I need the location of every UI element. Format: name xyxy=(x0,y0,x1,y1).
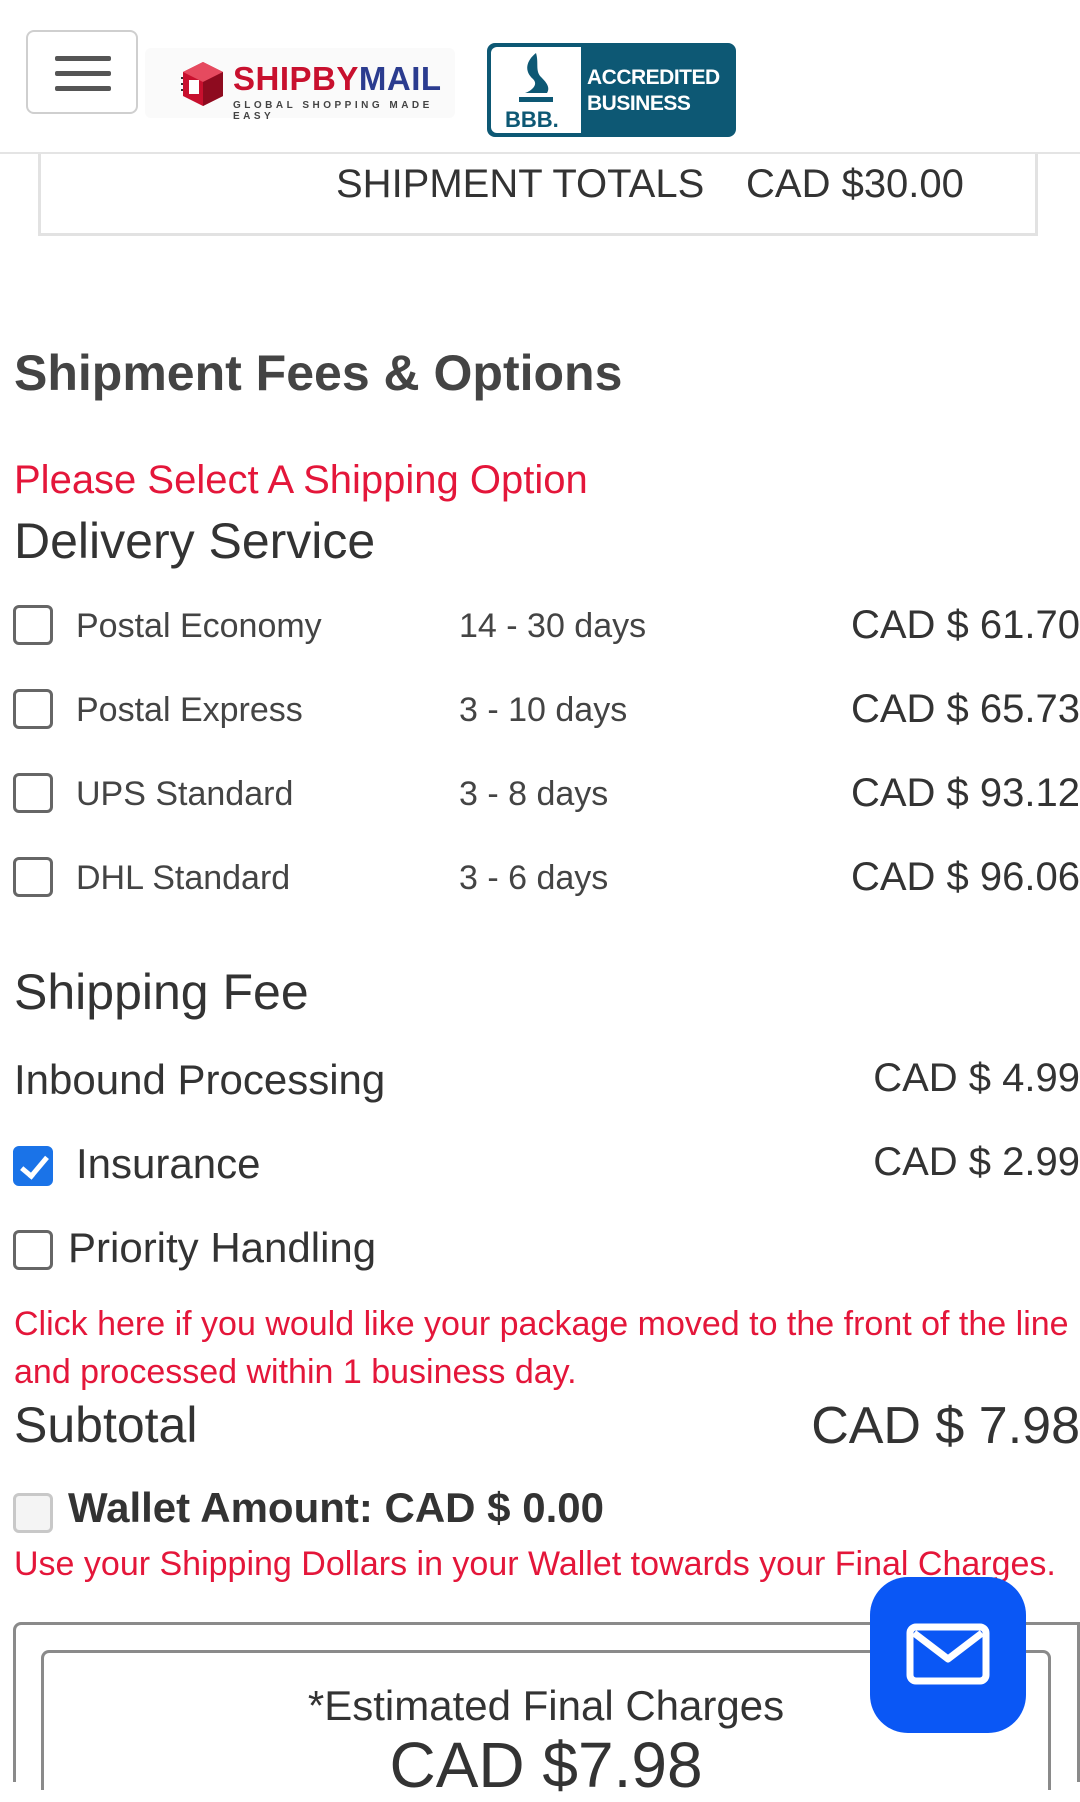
brand-name: SHIPBYMAIL xyxy=(233,60,442,98)
inbound-processing-price: CAD $ 4.99 xyxy=(873,1056,1080,1100)
subtotal-label: Subtotal xyxy=(14,1397,198,1453)
delivery-option-name: UPS Standard xyxy=(76,775,294,813)
subtotal-value: CAD $ 7.98 xyxy=(811,1397,1080,1455)
delivery-option-postal-express[interactable]: Postal Express 3 - 10 days CAD $ 65.73 xyxy=(0,681,1080,741)
hamburger-icon-line xyxy=(55,86,111,91)
bbb-badge-text: ACCREDITED BUSINESS xyxy=(587,65,720,117)
estimated-final-charges-value: CAD $7.98 xyxy=(389,1729,703,1801)
shipment-totals-value: CAD $30.00 xyxy=(746,162,964,206)
shipping-fee-heading: Shipping Fee xyxy=(14,964,309,1020)
insurance-checkbox[interactable] xyxy=(13,1146,53,1186)
shipbymail-logo[interactable]: SHIPBYMAIL GLOBAL SHOPPING MADE EASY xyxy=(145,48,455,122)
delivery-option-days: 3 - 6 days xyxy=(459,859,609,897)
delivery-option-name: Postal Express xyxy=(76,691,303,729)
delivery-checkbox[interactable] xyxy=(13,689,53,729)
brand-name-part1: SHIPBY xyxy=(233,60,359,97)
brand-name-part2: MAIL xyxy=(358,60,442,97)
delivery-option-ups-standard[interactable]: UPS Standard 3 - 8 days CAD $ 93.12 xyxy=(0,765,1080,825)
menu-button[interactable] xyxy=(26,30,138,114)
shipment-totals-label: SHIPMENT TOTALS xyxy=(336,162,705,206)
hamburger-icon xyxy=(55,56,111,61)
fees-heading: Shipment Fees & Options xyxy=(14,345,623,401)
delivery-option-postal-economy[interactable]: Postal Economy 14 - 30 days CAD $ 61.70 xyxy=(0,597,1080,657)
bbb-line2: BUSINESS xyxy=(587,92,691,115)
delivery-option-days: 3 - 8 days xyxy=(459,775,609,813)
priority-handling-label[interactable]: Priority Handling xyxy=(68,1224,376,1272)
site-header: SHIPBYMAIL GLOBAL SHOPPING MADE EASY BBB… xyxy=(0,0,1080,154)
mail-icon xyxy=(906,1623,990,1685)
bbb-seal-text: BBB. xyxy=(505,107,559,132)
chat-button[interactable] xyxy=(870,1577,1026,1733)
hamburger-icon-line xyxy=(55,71,111,76)
delivery-checkbox[interactable] xyxy=(13,857,53,897)
bbb-seal-icon: BBB. xyxy=(491,47,581,133)
delivery-option-dhl-standard[interactable]: DHL Standard 3 - 6 days CAD $ 96.06 xyxy=(0,849,1080,909)
wallet-amount-label: Wallet Amount: CAD $ 0.00 xyxy=(68,1484,604,1531)
delivery-checkbox[interactable] xyxy=(13,605,53,645)
delivery-option-days: 14 - 30 days xyxy=(459,607,647,645)
delivery-option-name: DHL Standard xyxy=(76,859,291,897)
insurance-price: CAD $ 2.99 xyxy=(873,1140,1080,1184)
delivery-checkbox[interactable] xyxy=(13,773,53,813)
wallet-checkbox[interactable] xyxy=(13,1493,53,1533)
delivery-option-days: 3 - 10 days xyxy=(459,691,628,729)
priority-handling-checkbox[interactable] xyxy=(13,1230,53,1270)
bbb-accredited-badge[interactable]: BBB. ACCREDITED BUSINESS xyxy=(487,43,736,137)
inbound-processing-label: Inbound Processing xyxy=(14,1056,386,1103)
delivery-option-price: CAD $ 65.73 xyxy=(850,687,1080,731)
brand-tagline: GLOBAL SHOPPING MADE EASY xyxy=(233,100,433,122)
package-logo-icon xyxy=(181,62,223,106)
delivery-option-price: CAD $ 93.12 xyxy=(850,771,1080,815)
priority-handling-note-link[interactable]: Click here if you would like your packag… xyxy=(14,1300,1080,1396)
delivery-service-heading: Delivery Service xyxy=(14,513,376,569)
bbb-line1: ACCREDITED xyxy=(587,66,720,89)
delivery-option-price: CAD $ 96.06 xyxy=(850,855,1080,899)
insurance-label[interactable]: Insurance xyxy=(76,1140,260,1188)
delivery-option-name: Postal Economy xyxy=(76,607,322,645)
delivery-option-price: CAD $ 61.70 xyxy=(850,603,1080,647)
shipping-option-warning: Please Select A Shipping Option xyxy=(14,458,588,502)
